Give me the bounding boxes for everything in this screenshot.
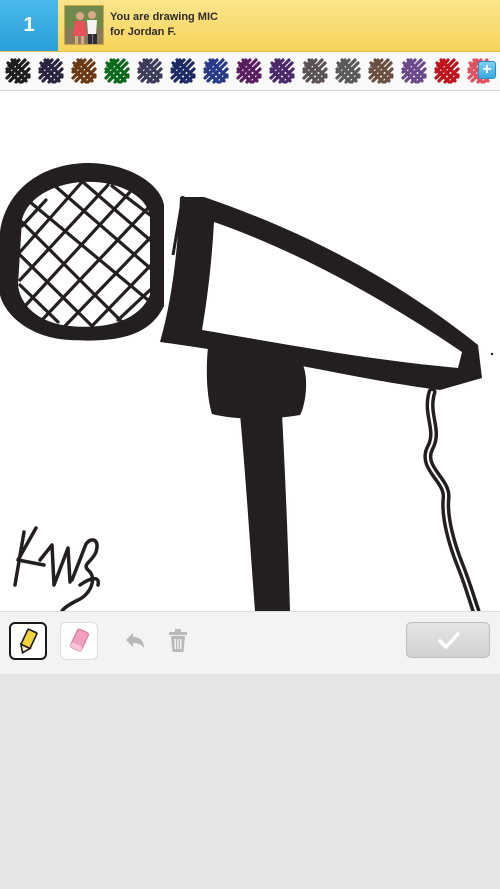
color-palette: + [0, 52, 500, 91]
color-swatch-slate[interactable] [136, 57, 164, 85]
eraser-tool-button[interactable] [60, 622, 98, 660]
scribble-swatch-icon [335, 58, 361, 84]
done-button[interactable] [406, 622, 490, 658]
scribble-swatch-icon [203, 58, 229, 84]
prompt-line-1: You are drawing MIC [110, 11, 218, 23]
game-header: 1 You are drawing MIC for Jordan F. [0, 0, 500, 52]
prompt-line-2: for Jordan F. [110, 26, 177, 38]
empty-lower-area [0, 674, 500, 889]
color-swatch-lavender[interactable] [400, 57, 428, 85]
scribble-swatch-icon [137, 58, 163, 84]
mic-drawing [0, 162, 494, 611]
trash-icon [169, 629, 187, 652]
opponent-avatar [64, 5, 104, 45]
eraser-icon [69, 628, 90, 652]
scribble-swatch-icon [269, 58, 295, 84]
scribble-swatch-icon [104, 58, 130, 84]
undo-button[interactable] [122, 629, 148, 655]
drawing-toolbar [0, 611, 500, 675]
scribble-swatch-icon [401, 58, 427, 84]
color-swatch-violet[interactable] [268, 57, 296, 85]
more-colors-button[interactable]: + [478, 61, 496, 79]
color-swatch-gray[interactable] [334, 57, 362, 85]
color-swatch-umber[interactable] [367, 57, 395, 85]
scribble-swatch-icon [434, 58, 460, 84]
color-swatch-blue[interactable] [202, 57, 230, 85]
scribble-swatch-icon [170, 58, 196, 84]
round-badge: 1 [0, 0, 58, 51]
color-swatch-green[interactable] [103, 57, 131, 85]
pencil-icon [19, 628, 38, 655]
color-swatch-black[interactable] [4, 57, 32, 85]
undo-icon [126, 633, 144, 648]
scribble-swatch-icon [38, 58, 64, 84]
scribble-swatch-icon [71, 58, 97, 84]
drawing-prompt: You are drawing MIC for Jordan F. [110, 10, 490, 40]
checkmark-icon [438, 632, 460, 649]
drawing-canvas[interactable] [0, 91, 500, 611]
color-swatch-navy[interactable] [169, 57, 197, 85]
clear-canvas-button[interactable] [166, 628, 190, 654]
color-swatch-brown[interactable] [70, 57, 98, 85]
scribble-swatch-icon [5, 58, 31, 84]
scribble-swatch-icon [236, 58, 262, 84]
pencil-tool-button[interactable] [9, 622, 47, 660]
scribble-swatch-icon [302, 58, 328, 84]
scribble-swatch-icon [368, 58, 394, 84]
color-swatch-red[interactable] [433, 57, 461, 85]
color-swatch-plum[interactable] [235, 57, 263, 85]
color-swatch-taupe[interactable] [301, 57, 329, 85]
color-swatch-dark-purple[interactable] [37, 57, 65, 85]
